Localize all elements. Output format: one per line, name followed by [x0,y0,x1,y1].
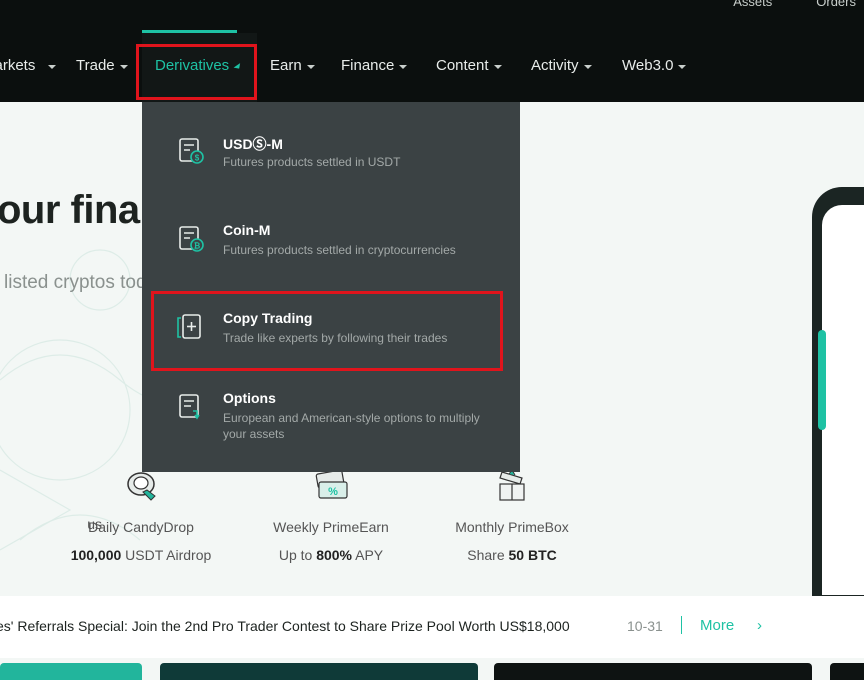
ticket-percent-icon: % [315,469,348,499]
announcement-date: 10-31 [627,618,663,634]
nav-earn[interactable]: Earn [270,57,315,74]
more-link[interactable]: More [700,617,734,634]
banner-card[interactable] [160,663,478,680]
nav-activity[interactable]: Activity [531,57,592,74]
svg-text:$: $ [195,154,200,163]
nav-label: Activity [531,57,579,74]
promo-title: Monthly PrimeBox [455,519,569,535]
promo-primeearn[interactable]: % Weekly PrimeEarn Up to 800% APY [246,468,416,563]
dropdown-item-desc: Futures products settled in USDT [223,155,401,169]
nav-finance[interactable]: Finance [341,57,408,74]
svg-text:₿: ₿ [194,242,201,251]
announcement-text[interactable]: es' Referrals Special: Join the 2nd Pro … [0,618,570,634]
promo-title: Daily CandyDrop [88,519,194,535]
promo-detail-bold: 50 BTC [508,547,557,563]
svg-text:%: % [328,486,338,498]
nav-markets[interactable]: Markets [0,57,57,74]
nav-web3[interactable]: Web3.0 [622,57,687,74]
phone-screen [822,205,864,595]
chevron-down-icon [678,64,687,69]
promo-detail: Up to 800% APY [246,547,416,563]
promo-detail: 100,000 USDT Airdrop [56,547,226,563]
gift-box-icon [499,469,525,501]
promo-detail: Share 50 BTC [427,547,597,563]
options-icon [179,394,200,420]
derivatives-active-indicator [142,30,237,33]
promo-candydrop[interactable]: Daily CandyDrop 100,000 USDT Airdrop [56,468,226,563]
chevron-down-icon [48,64,57,69]
top-navbar: Assets Orders Markets Trade Derivatives … [0,0,864,102]
derivatives-dropdown: $ USDⓈ-M Futures products settled in USD… [142,102,520,472]
promo-detail-post: APY [352,547,384,563]
dropdown-item-title: USDⓈ-M [223,136,283,152]
nav-label: Trade [76,57,115,74]
nav-label: Content [436,57,489,74]
divider [681,616,682,634]
nav-label: Web3.0 [622,57,674,74]
nav-content[interactable]: Content [436,57,502,74]
dropdown-item-title: Coin-M [223,222,271,238]
candydrop-coin-icon [127,472,156,501]
futures-usdt-icon: $ [179,138,204,164]
dropdown-item-title: Options [223,390,276,406]
chevron-down-icon [119,64,128,69]
banner-card[interactable] [0,663,142,680]
dropdown-item-desc: European and American-style options to m… [223,411,480,441]
promo-primebox[interactable]: Monthly PrimeBox Share 50 BTC [427,468,597,563]
assets-link[interactable]: Assets [733,0,772,9]
banner-card[interactable] [494,663,812,680]
nav-label: Markets [0,57,36,74]
phone-accent [818,330,826,430]
top-right-links: Assets Orders [733,0,856,9]
nav-label: Finance [341,57,395,74]
promo-detail-pre: Share [467,547,509,563]
highlight-box-derivatives [136,44,257,100]
chevron-down-icon [399,64,408,69]
promo-title: Weekly PrimeEarn [273,519,389,535]
chevron-down-icon [493,64,502,69]
chevron-down-icon [583,64,592,69]
announcement-bar: es' Referrals Special: Join the 2nd Pro … [0,596,864,658]
highlight-box-copy-trading [151,291,503,371]
banner-card[interactable] [830,663,864,680]
orders-link[interactable]: Orders [816,0,856,9]
nav-trade[interactable]: Trade [76,57,128,74]
promo-detail-post: USDT Airdrop [121,547,212,563]
futures-coin-icon: ₿ [179,226,204,252]
nav-label: Earn [270,57,302,74]
chevron-right-icon[interactable]: › [757,617,762,634]
promo-detail-bold: 100,000 [70,547,122,563]
promo-detail-bold: 800% [316,547,353,563]
chevron-down-icon [306,64,315,69]
promo-detail-pre: Up to [278,547,317,563]
dropdown-item-desc: Futures products settled in cryptocurren… [223,243,456,257]
